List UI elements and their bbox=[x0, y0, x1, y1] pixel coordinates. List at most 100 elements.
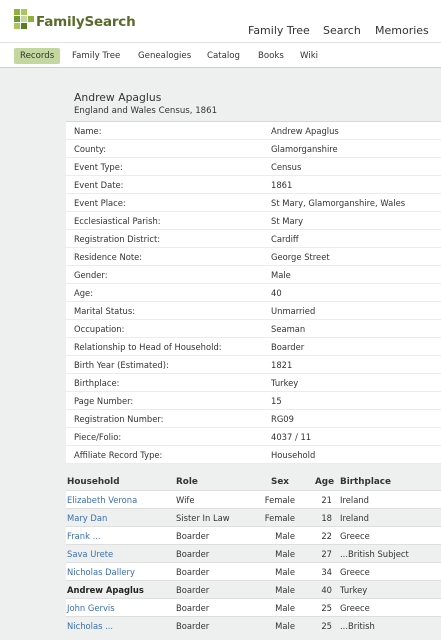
fact-row: Event Place: St Mary, Glamorganshire, Wal… bbox=[66, 194, 441, 212]
subnav-wiki[interactable]: Wiki bbox=[300, 48, 318, 64]
household-table: Household Role Sex Age Birthplace Elizab… bbox=[66, 474, 441, 634]
household-row: Elizabeth Verona Wife Female 21 Ireland bbox=[66, 490, 441, 508]
nav-memories[interactable]: Memories bbox=[375, 24, 429, 37]
fact-row: Event Date: 1861 bbox=[66, 176, 441, 194]
fact-value: 1821 bbox=[271, 360, 293, 370]
household-header-row: Household Role Sex Age Birthplace bbox=[66, 474, 441, 490]
sub-navigation: Records Family Tree Genealogies Catalog … bbox=[0, 42, 441, 68]
member-name[interactable]: John Gervis bbox=[67, 599, 115, 617]
member-name[interactable]: Nicholas Dallery bbox=[67, 563, 135, 581]
familysearch-logo[interactable]: FamilySearch bbox=[14, 9, 136, 35]
household-row: Nicholas Dallery Boarder Male 34 Greece bbox=[66, 562, 441, 580]
fact-label: Gender: bbox=[74, 270, 108, 280]
fact-row: Piece/Folio: 4037 / 11 bbox=[66, 428, 441, 446]
member-age: 21 bbox=[321, 495, 332, 505]
member-sex: Female bbox=[264, 495, 295, 505]
member-birthplace: ...British bbox=[340, 621, 375, 631]
fact-value: St Mary bbox=[271, 216, 304, 226]
nav-search[interactable]: Search bbox=[323, 24, 361, 37]
fact-row: Marital Status: Unmarried bbox=[66, 302, 441, 320]
fact-label: Registration Number: bbox=[74, 414, 164, 424]
member-sex: Male bbox=[275, 621, 295, 631]
member-birthplace: Greece bbox=[340, 567, 370, 577]
fact-value: Census bbox=[271, 162, 302, 172]
member-sex: Male bbox=[275, 531, 295, 541]
member-sex: Female bbox=[264, 513, 295, 523]
fact-row: Age: 40 bbox=[66, 284, 441, 302]
fact-value: Cardiff bbox=[271, 234, 299, 244]
member-role: Boarder bbox=[176, 603, 210, 613]
fact-label: Birthplace: bbox=[74, 378, 120, 388]
member-sex: Male bbox=[275, 549, 295, 559]
household-row: Sava Urete Boarder Male 27 ...British Subjec… bbox=[66, 544, 441, 562]
col-household: Household bbox=[67, 477, 120, 487]
tree-logo-icon bbox=[14, 9, 36, 31]
fact-label: Residence Note: bbox=[74, 252, 143, 262]
household-row: John Gervis Boarder Male 25 Greece bbox=[66, 598, 441, 616]
member-birthplace: Ireland bbox=[340, 495, 369, 505]
member-birthplace: Turkey bbox=[340, 585, 368, 595]
fact-row: Relationship to Head of Household: Boarde… bbox=[66, 338, 441, 356]
fact-row: Event Type: Census bbox=[66, 158, 441, 176]
fact-row: Ecclesiastical Parish: St Mary bbox=[66, 212, 441, 230]
collection-title: England and Wales Census, 1861 bbox=[74, 106, 218, 116]
member-age: 34 bbox=[321, 567, 332, 577]
member-age: 25 bbox=[321, 603, 332, 613]
fact-value: Unmarried bbox=[271, 306, 316, 316]
fact-value: Glamorganshire bbox=[271, 144, 338, 154]
subnav-records[interactable]: Records bbox=[14, 48, 61, 64]
fact-value: 40 bbox=[271, 288, 282, 298]
member-role: Wife bbox=[176, 495, 195, 505]
fact-value: St Mary, Glamorganshire, Wales bbox=[271, 198, 406, 208]
fact-value: Boarder bbox=[271, 342, 305, 352]
fact-label: Age: bbox=[74, 288, 94, 298]
member-birthplace: Greece bbox=[340, 603, 370, 613]
fact-row: Name: Andrew Apaglus bbox=[66, 122, 441, 140]
member-age: 22 bbox=[321, 531, 332, 541]
member-name[interactable]: Mary Dan bbox=[67, 509, 107, 527]
fact-label: Event Type: bbox=[74, 162, 123, 172]
household-row: Nicholas ... Boarder Male 25 ...British bbox=[66, 616, 441, 634]
member-birthplace: ...British Subject bbox=[340, 549, 409, 559]
fact-row: Affiliate Record Type: Household bbox=[66, 446, 441, 464]
member-birthplace: Ireland bbox=[340, 513, 369, 523]
subnav-books[interactable]: Books bbox=[258, 48, 284, 64]
fact-value: Andrew Apaglus bbox=[271, 126, 339, 136]
fact-value: 15 bbox=[271, 396, 282, 406]
fact-value: 4037 / 11 bbox=[271, 432, 312, 442]
top-header: FamilySearch Family Tree Search Memories bbox=[0, 0, 441, 42]
nav-family-tree[interactable]: Family Tree bbox=[248, 24, 310, 37]
member-age: 27 bbox=[321, 549, 332, 559]
fact-value: RG09 bbox=[271, 414, 294, 424]
fact-label: Event Place: bbox=[74, 198, 126, 208]
logo-wordmark: FamilySearch bbox=[36, 14, 136, 30]
fact-value: Male bbox=[271, 270, 291, 280]
member-role: Boarder bbox=[176, 621, 210, 631]
fact-row: Page Number: 15 bbox=[66, 392, 441, 410]
member-name: Andrew Apaglus bbox=[67, 585, 144, 595]
member-name[interactable]: Elizabeth Verona bbox=[67, 491, 137, 509]
col-sex: Sex bbox=[271, 477, 289, 487]
member-name[interactable]: Nicholas ... bbox=[67, 617, 113, 635]
member-name[interactable]: Frank ... bbox=[67, 527, 101, 545]
fact-label: Name: bbox=[74, 126, 102, 136]
subnav-genealogies[interactable]: Genealogies bbox=[138, 48, 191, 64]
fact-row: Registration District: Cardiff bbox=[66, 230, 441, 248]
fact-row: Birth Year (Estimated): 1821 bbox=[66, 356, 441, 374]
fact-row: Occupation: Seaman bbox=[66, 320, 441, 338]
member-sex: Male bbox=[275, 585, 295, 595]
fact-row: Birthplace: Turkey bbox=[66, 374, 441, 392]
subnav-family-tree[interactable]: Family Tree bbox=[72, 48, 120, 64]
member-birthplace: Greece bbox=[340, 531, 370, 541]
fact-label: Birth Year (Estimated): bbox=[74, 360, 169, 370]
fact-label: Event Date: bbox=[74, 180, 124, 190]
fact-label: Marital Status: bbox=[74, 306, 136, 316]
member-name[interactable]: Sava Urete bbox=[67, 545, 113, 563]
fact-row: Registration Number: RG09 bbox=[66, 410, 441, 428]
member-role: Boarder bbox=[176, 549, 210, 559]
member-age: 18 bbox=[321, 513, 332, 523]
subnav-catalog[interactable]: Catalog bbox=[207, 48, 240, 64]
fact-label: Relationship to Head of Household: bbox=[74, 342, 222, 352]
member-role: Boarder bbox=[176, 585, 210, 595]
member-age: 40 bbox=[321, 585, 332, 595]
